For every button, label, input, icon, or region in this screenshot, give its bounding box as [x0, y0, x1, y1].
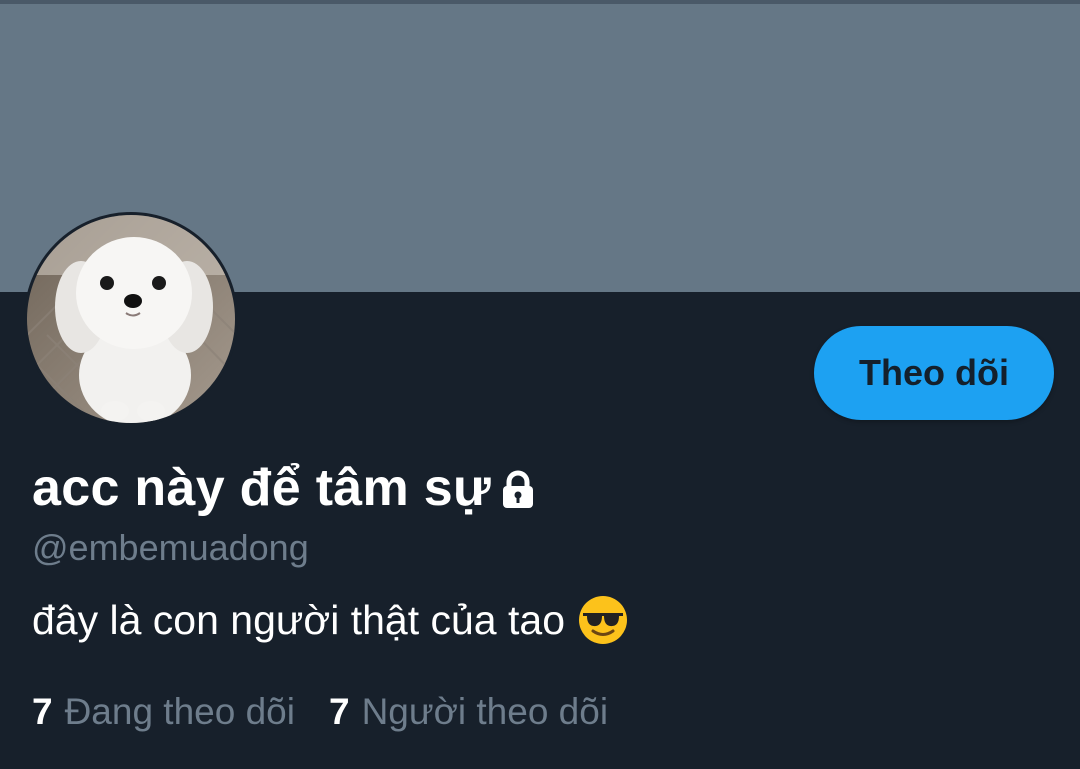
bio-text: đây là con người thật của tao	[32, 597, 565, 643]
display-name: acc này để tâm sự	[32, 459, 491, 517]
follow-button[interactable]: Theo dõi	[814, 326, 1054, 420]
followers-label: Người theo dõi	[361, 691, 609, 732]
following-label: Đang theo dõi	[64, 691, 295, 732]
following-count: 7	[32, 691, 53, 732]
smiling-face-with-sunglasses-icon	[577, 594, 629, 646]
display-name-row: acc này để tâm sự	[32, 456, 539, 520]
user-handle: @embemuadong	[32, 527, 309, 568]
profile-page: Theo dõi acc này để tâm sự @embemuadong …	[0, 0, 1080, 769]
dog-photo-avatar-image	[27, 215, 235, 423]
follow-stats: 7 Đang theo dõi 7 Người theo dõi	[32, 688, 608, 736]
followers-stat[interactable]: 7 Người theo dõi	[329, 688, 608, 736]
followers-count: 7	[328, 691, 350, 732]
avatar[interactable]	[24, 212, 238, 426]
bio: đây là con người thật của tao	[32, 594, 629, 646]
following-stat[interactable]: 7 Đang theo dõi	[32, 688, 295, 736]
lock-icon	[497, 469, 539, 511]
